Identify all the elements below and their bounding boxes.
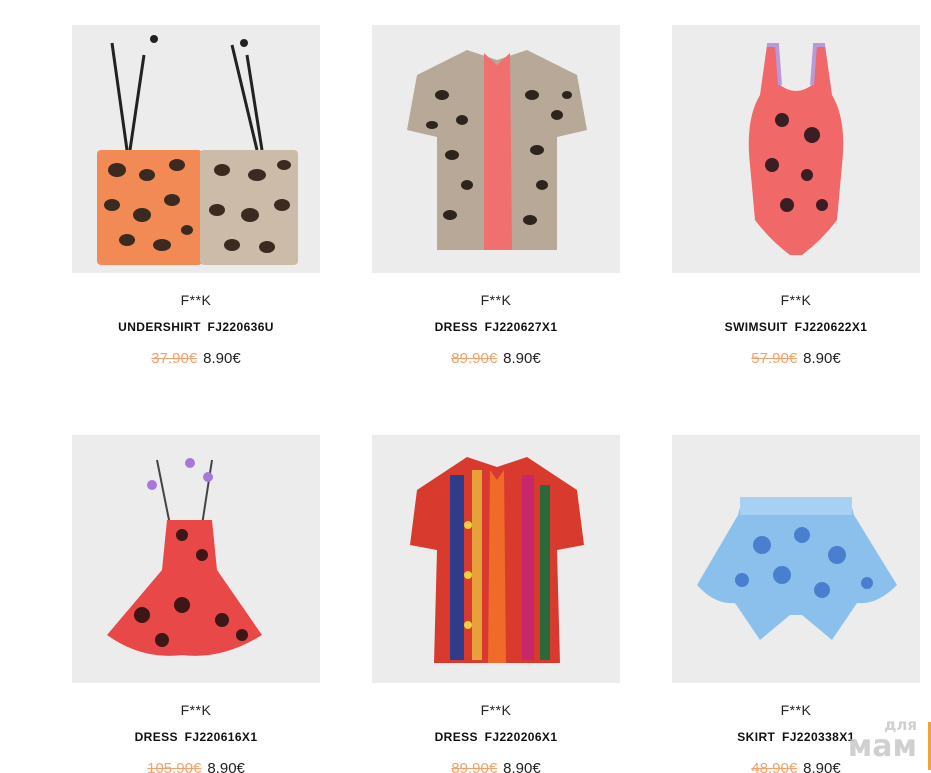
old-price: 89.90€: [451, 350, 498, 367]
product-name[interactable]: UNDERSHIRT FJ220636U: [72, 319, 320, 335]
patterned-shirt-dress-icon: [410, 457, 584, 663]
product-card[interactable]: F**K SWIMSUIT FJ220622X1 57.90€ 8.90€: [672, 25, 920, 369]
sale-price: 8.90€: [207, 760, 245, 773]
old-price: 57.90€: [751, 350, 798, 367]
floral-ruffle-dress-icon: [107, 458, 262, 656]
leopard-crop-top-icon: [97, 35, 298, 265]
sale-price: 8.90€: [803, 760, 841, 773]
product-name[interactable]: SWIMSUIT FJ220622X1: [672, 319, 920, 335]
product-grid-page: F**K UNDERSHIRT FJ220636U 37.90€ 8.90€ F*…: [0, 0, 931, 773]
sale-price: 8.90€: [503, 760, 541, 773]
floral-swimsuit-icon: [748, 43, 844, 255]
product-name[interactable]: DRESS FJ220627X1: [372, 319, 620, 335]
old-price: 48.90€: [751, 760, 798, 773]
product-brand: F**K: [780, 292, 812, 308]
product-prices: 89.90€ 8.90€: [372, 349, 620, 369]
product-prices: 89.90€ 8.90€: [372, 759, 620, 773]
product-card[interactable]: F**K DRESS FJ220616X1 105.90€ 8.90€: [72, 435, 320, 773]
product-brand: F**K: [180, 292, 212, 308]
old-price: 37.90€: [151, 350, 198, 367]
leopard-shirt-dress-icon: [407, 50, 587, 250]
sale-price: 8.90€: [203, 350, 241, 367]
product-name[interactable]: DRESS FJ220206X1: [372, 729, 620, 745]
watermark-big: мам: [847, 729, 917, 764]
product-brand: F**K: [180, 702, 212, 718]
product-prices: 57.90€ 8.90€: [672, 349, 920, 369]
product-brand: F**K: [480, 292, 512, 308]
product-card[interactable]: F**K DRESS FJ220627X1 89.90€ 8.90€: [372, 25, 620, 369]
product-image[interactable]: [372, 25, 620, 273]
product-prices: 105.90€ 8.90€: [72, 759, 320, 773]
product-brand: F**K: [780, 702, 812, 718]
product-card[interactable]: F**K DRESS FJ220206X1 89.90€ 8.90€: [372, 435, 620, 773]
product-image[interactable]: [672, 25, 920, 273]
old-price: 105.90€: [147, 760, 202, 773]
product-card[interactable]: F**K UNDERSHIRT FJ220636U 37.90€ 8.90€: [72, 25, 320, 369]
product-brand: F**K: [480, 702, 512, 718]
product-image[interactable]: [72, 435, 320, 683]
product-image[interactable]: [372, 435, 620, 683]
old-price: 89.90€: [451, 760, 498, 773]
blue-floral-skirt-icon: [697, 497, 897, 640]
product-prices: 37.90€ 8.90€: [72, 349, 320, 369]
product-image[interactable]: [72, 25, 320, 273]
sale-price: 8.90€: [503, 350, 541, 367]
product-image[interactable]: [672, 435, 920, 683]
sale-price: 8.90€: [803, 350, 841, 367]
site-watermark: для мам: [847, 718, 917, 764]
product-name[interactable]: DRESS FJ220616X1: [72, 729, 320, 745]
